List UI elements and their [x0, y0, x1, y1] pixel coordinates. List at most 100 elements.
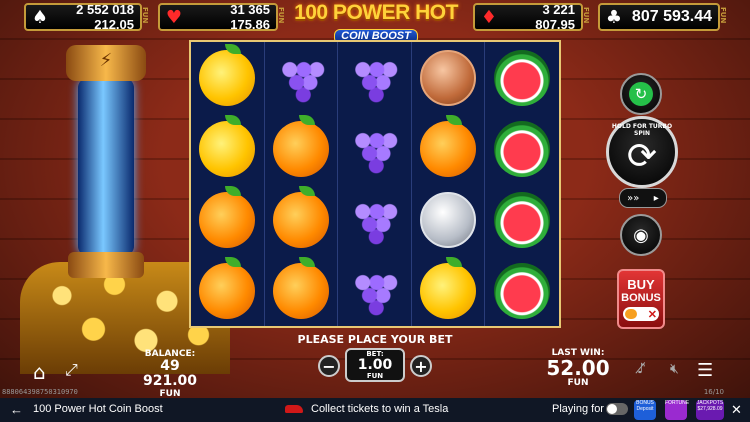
orange-icon	[272, 256, 329, 319]
silver-coin-icon	[420, 191, 477, 248]
reel-cell	[265, 184, 338, 255]
buy-bonus-toggle[interactable]: ✕	[623, 307, 659, 321]
toggle-knob	[607, 404, 617, 414]
promo-text[interactable]: Collect tickets to win a Tesla	[311, 403, 448, 415]
browser-bar: ← 100 Power Hot Coin Boost Collect ticke…	[0, 398, 750, 422]
autoplay-icon: ↻	[629, 82, 653, 106]
coin-stack-icon: ◉	[633, 224, 649, 246]
reel-cell	[412, 255, 485, 326]
reel-cell	[338, 255, 411, 326]
lemon-icon	[199, 43, 256, 106]
coin-value-button[interactable]: ◉	[620, 214, 662, 256]
leaf-icon	[225, 43, 242, 54]
reel-cell	[412, 184, 485, 255]
lemon-icon	[199, 114, 256, 177]
leaf-icon	[446, 256, 463, 267]
grapes-icon	[346, 120, 403, 177]
fortune-badge[interactable]: FORTUNE	[665, 400, 689, 420]
reel-column	[412, 42, 486, 326]
reel-cell	[485, 255, 559, 326]
status-message: PLEASE PLACE YOUR BET	[297, 333, 453, 346]
reel-cell	[485, 42, 559, 113]
bonus-badge[interactable]: BONUS Deposit	[634, 400, 656, 420]
music-off-icon[interactable]: ♪̸	[637, 361, 646, 377]
reel-cell	[191, 184, 264, 255]
jackpot-spades: ♠ 2 552 018 212.05 FUN	[24, 2, 149, 32]
speed-toggle[interactable]: »» ▸	[619, 188, 667, 208]
home-icon[interactable]: ⌂	[33, 360, 46, 384]
jackpot-value: 807 593.44	[631, 8, 712, 25]
orange-icon	[199, 256, 256, 319]
fullscreen-icon[interactable]: ⤢	[65, 360, 78, 380]
leaf-icon	[446, 114, 463, 125]
copper-coin-icon	[420, 49, 477, 106]
orange-icon	[272, 114, 329, 177]
reel-cell	[265, 42, 338, 113]
reel-cell	[485, 113, 559, 184]
grapes-icon	[346, 49, 403, 106]
leaf-icon	[225, 185, 242, 196]
leaf-icon	[225, 114, 242, 125]
grapes-icon	[346, 191, 403, 248]
grapes-icon	[272, 49, 329, 106]
bonus-label: BONUS	[621, 292, 661, 304]
turbo-icon: ▸	[653, 192, 659, 204]
session-id: 888064398750310970	[2, 388, 78, 396]
leaf-icon	[298, 114, 315, 125]
close-icon[interactable]: ✕	[731, 402, 742, 418]
watermelon-icon	[494, 191, 551, 248]
autoplay-button[interactable]: ↻	[620, 73, 662, 115]
turbo-label: HOLD FOR TURBO SPIN	[611, 123, 673, 137]
balance-value: 49 921.00	[142, 358, 198, 389]
buy-bonus-button[interactable]: BUY BONUS ✕	[617, 269, 665, 329]
orange-icon	[420, 114, 477, 177]
last-win-value: 52.00	[546, 356, 610, 380]
menu-icon[interactable]: ☰	[697, 360, 713, 381]
spin-button[interactable]: HOLD FOR TURBO SPIN ⟳	[606, 116, 678, 188]
reel-cell	[412, 42, 485, 113]
back-arrow-icon[interactable]: ←	[10, 402, 23, 417]
reels-grid	[189, 40, 561, 328]
watermelon-icon	[494, 49, 551, 106]
heart-icon: ♥	[165, 6, 183, 28]
reel-cell	[191, 255, 264, 326]
jackpot-currency: FUN	[719, 7, 727, 24]
play-for-real-toggle[interactable]	[606, 403, 628, 415]
car-icon	[285, 405, 303, 413]
reel-column	[191, 42, 265, 326]
jackpot-value: 3 221 807.95	[535, 2, 575, 32]
grapes-icon	[346, 262, 403, 319]
jackpot-currency: FUN	[277, 7, 285, 24]
reel-cell	[265, 113, 338, 184]
reel-cell	[338, 42, 411, 113]
sound-off-icon[interactable]: 🔇︎	[670, 361, 679, 377]
jackpot-diamonds: ♦ 3 221 807.95 FUN	[473, 2, 590, 32]
reel-column	[338, 42, 412, 326]
reel-column	[485, 42, 559, 326]
leaf-icon	[298, 185, 315, 196]
orange-icon	[272, 185, 329, 248]
reel-cell	[338, 184, 411, 255]
spade-icon: ♠	[31, 6, 49, 28]
lightning-icon: ⚡	[99, 50, 113, 71]
fast-forward-icon: »»	[627, 192, 640, 204]
bet-increase-button[interactable]: +	[410, 355, 432, 377]
bet-decrease-button[interactable]: −	[318, 355, 340, 377]
game-logo: 100 POWER HOT COIN BOOST	[286, 1, 466, 44]
tube-cap-bottom	[68, 252, 144, 278]
bet-value: 1.00	[357, 357, 393, 373]
bet-currency: FUN	[366, 372, 384, 380]
jackpot-badge-amount: $27,928.09	[697, 406, 723, 412]
leaf-icon	[225, 256, 242, 267]
jackpot-currency: FUN	[141, 7, 149, 24]
balance-display: BALANCE: 49 921.00 FUN	[135, 349, 205, 399]
bet-display[interactable]: BET: 1.00 FUN	[345, 348, 405, 382]
close-icon: ✕	[647, 308, 657, 321]
game-title: 100 Power Hot Coin Boost	[33, 403, 163, 415]
reel-cell	[338, 113, 411, 184]
jackpot-badge[interactable]: JACKPOTS $27,928.09	[696, 400, 724, 420]
logo-title: 100 POWER HOT	[294, 1, 458, 24]
reel-cell	[412, 113, 485, 184]
leaf-icon	[298, 256, 315, 267]
reel-cell	[191, 113, 264, 184]
